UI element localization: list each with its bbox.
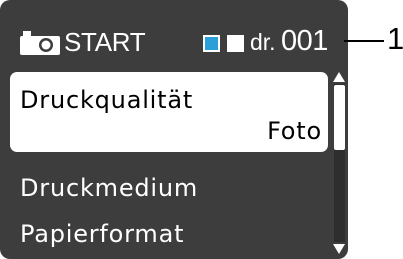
scroll-up-arrow-icon[interactable] [333,72,345,82]
lcd-screen: START dr. 001 Druckqualität Foto Druckme… [0,0,348,259]
menu-item-druckmedium[interactable]: Druckmedium [10,168,328,212]
copies-count: 001 [281,25,328,57]
menu-item-label: Druckmedium [20,174,199,202]
menu-item-label: Papierformat [20,220,185,248]
menu-item-papierformat[interactable]: Papierformat [10,214,328,258]
menu-item-label: Druckqualität [20,86,194,114]
scrollbar[interactable] [331,72,349,254]
ink-blue-indicator [203,35,220,52]
header-title: START [64,27,146,57]
callout-number: 1 [387,21,403,56]
callout-line [344,40,384,42]
ink-white-indicator [227,35,244,52]
scroll-down-arrow-icon[interactable] [333,244,345,254]
menu-item-value: Foto [267,117,322,145]
menu-item-druckqualitaet[interactable]: Druckqualität Foto [10,72,328,152]
scroll-thumb[interactable] [334,85,345,150]
camera-icon [20,31,60,55]
screen-header: START dr. 001 [0,0,348,66]
copies-prefix: dr. [250,29,276,55]
